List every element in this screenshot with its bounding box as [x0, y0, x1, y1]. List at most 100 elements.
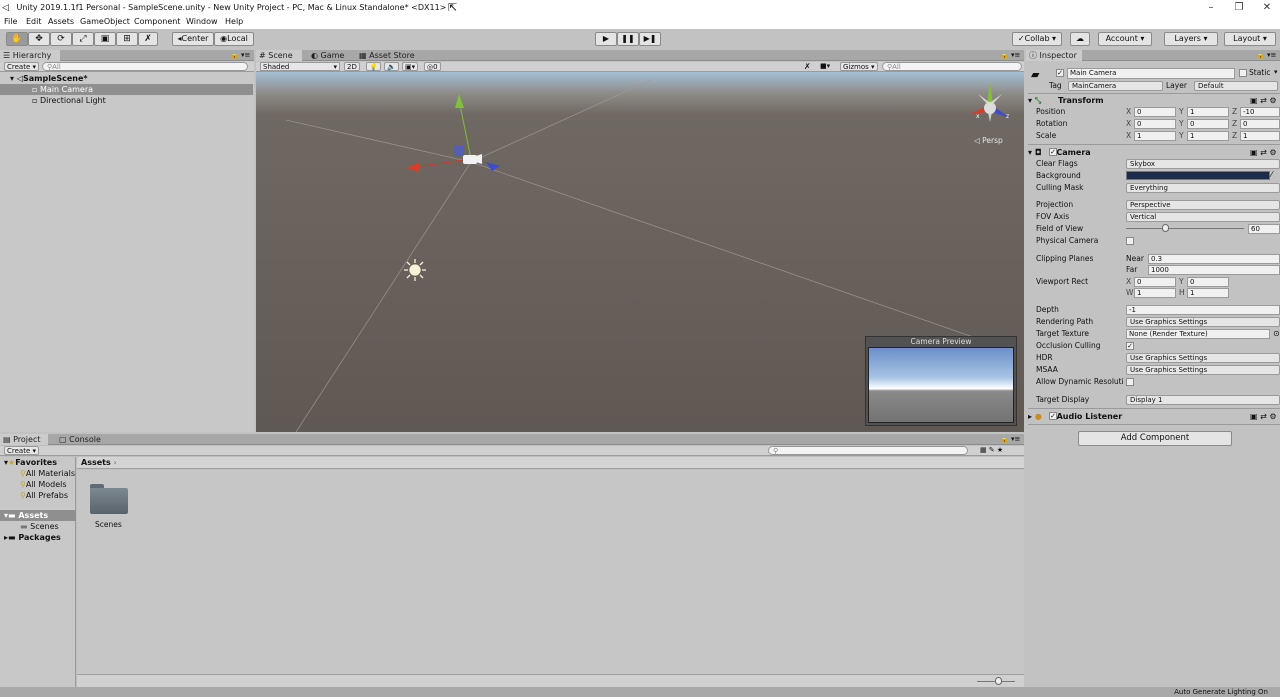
hand-tool-button[interactable]: ✋	[6, 32, 28, 46]
favorite-item[interactable]: ⚲All Models	[20, 479, 67, 490]
custom-tool-button[interactable]: ✗	[138, 32, 158, 46]
move-tool-button[interactable]: ✥	[28, 32, 50, 46]
project-create-button[interactable]: Create ▾	[4, 446, 39, 455]
hierarchy-item-directional-light[interactable]: ▫ Directional Light	[0, 95, 253, 106]
effects-dropdown[interactable]: ▣▾	[402, 62, 419, 71]
background-color-swatch[interactable]	[1126, 171, 1270, 180]
layer-dropdown[interactable]: Default	[1194, 81, 1278, 91]
assets-row[interactable]: ▾▬ Assets	[0, 510, 76, 521]
layout-dropdown[interactable]: Layout ▾	[1224, 32, 1276, 46]
tab-hierarchy[interactable]: ☰ Hierarchy	[0, 50, 60, 61]
close-button[interactable]: ✕	[1252, 0, 1280, 16]
tab-console[interactable]: ▢ Console	[56, 434, 106, 445]
component-settings-icon[interactable]: ▣ ⇄ ⚙	[1250, 411, 1277, 422]
tab-project[interactable]: ▤ Project	[0, 434, 48, 445]
collab-button[interactable]: ✓Collab ▾	[1012, 32, 1062, 46]
audio-toggle[interactable]: 🔈	[384, 62, 399, 71]
fov-axis-dropdown[interactable]: Vertical	[1126, 212, 1280, 222]
persp-label[interactable]: ◁ Persp	[974, 136, 1003, 145]
folder-row-scenes[interactable]: ▬ Scenes	[20, 521, 59, 532]
object-active-checkbox[interactable]: ✓	[1056, 69, 1064, 77]
packages-row[interactable]: ▸▬ Packages	[4, 532, 61, 543]
tab-inspector[interactable]: ⓘ Inspector	[1026, 50, 1082, 61]
viewport-y-field[interactable]: 0	[1187, 277, 1229, 287]
panel-menu-icon[interactable]: 🔒 ▾≡	[230, 50, 250, 61]
audio-listener-header[interactable]: ▸ ● ✓ Audio Listener ▣ ⇄ ⚙	[1028, 411, 1280, 422]
filter-icons[interactable]: ▦ ✎ ★	[980, 446, 1003, 455]
object-name-field[interactable]: Main Camera	[1067, 68, 1235, 79]
panel-menu-icon[interactable]: 🔒 ▾≡	[1256, 50, 1276, 61]
camera-icon[interactable]	[463, 155, 477, 164]
favorite-item[interactable]: ⚲All Materials	[20, 468, 75, 479]
rotation-y-field[interactable]: 0	[1187, 119, 1229, 129]
object-picker-icon[interactable]: ⊙	[1273, 328, 1280, 339]
menu-file[interactable]: File	[4, 16, 17, 28]
shading-mode-dropdown[interactable]: Shaded ▾	[260, 62, 340, 71]
scale-x-field[interactable]: 1	[1134, 131, 1176, 141]
favorites-row[interactable]: ▾★Favorites	[4, 457, 57, 468]
tab-asset-store[interactable]: ▦ Asset Store	[356, 50, 420, 61]
position-x-field[interactable]: 0	[1134, 107, 1176, 117]
pause-button[interactable]: ❚❚	[617, 32, 639, 46]
menu-assets[interactable]: Assets	[48, 16, 74, 28]
menu-window[interactable]: Window	[186, 16, 218, 28]
clear-flags-dropdown[interactable]: Skybox	[1126, 159, 1280, 169]
scene-search-input[interactable]: ⚲All	[882, 62, 1022, 71]
position-z-field[interactable]: -10	[1240, 107, 1280, 117]
gizmos-dropdown[interactable]: Gizmos ▾	[840, 62, 878, 71]
hierarchy-create-button[interactable]: Create ▾	[4, 62, 39, 71]
hdr-dropdown[interactable]: Use Graphics Settings	[1126, 353, 1280, 363]
near-field[interactable]: 0.3	[1148, 254, 1280, 264]
layers-dropdown[interactable]: Layers ▾	[1164, 32, 1218, 46]
menu-edit[interactable]: Edit	[26, 16, 42, 28]
minimize-button[interactable]: –	[1196, 0, 1226, 16]
hidden-objects-toggle[interactable]: ◎0	[424, 62, 441, 71]
hierarchy-search-input[interactable]: ⚲All	[42, 62, 248, 71]
rendering-path-dropdown[interactable]: Use Graphics Settings	[1126, 317, 1280, 327]
culling-mask-dropdown[interactable]: Everything	[1126, 183, 1280, 193]
camera-settings-icon[interactable]: ■▾	[820, 62, 830, 71]
static-checkbox[interactable]	[1239, 69, 1247, 77]
projection-dropdown[interactable]: Perspective	[1126, 200, 1280, 210]
component-settings-icon[interactable]: ▣ ⇄ ⚙	[1250, 147, 1277, 158]
component-settings-icon[interactable]: ▣ ⇄ ⚙	[1250, 95, 1277, 106]
eyedropper-icon[interactable]: ⁄	[1271, 170, 1272, 179]
panel-menu-icon[interactable]: 🔒 ▾≡	[1000, 50, 1020, 61]
rotation-x-field[interactable]: 0	[1134, 119, 1176, 129]
scale-z-field[interactable]: 1	[1240, 131, 1280, 141]
folder-item-scenes[interactable]	[90, 484, 128, 514]
audio-listener-enabled-checkbox[interactable]: ✓	[1049, 412, 1057, 420]
fov-slider-track[interactable]	[1126, 228, 1244, 229]
occlusion-culling-checkbox[interactable]: ✓	[1126, 342, 1134, 350]
zoom-slider-thumb[interactable]	[995, 677, 1002, 685]
step-button[interactable]: ▶❚	[639, 32, 661, 46]
camera-enabled-checkbox[interactable]: ✓	[1049, 148, 1057, 156]
viewport-h-field[interactable]: 1	[1187, 288, 1229, 298]
target-display-dropdown[interactable]: Display 1	[1126, 395, 1280, 405]
fov-field[interactable]: 60	[1248, 224, 1280, 234]
add-component-button[interactable]: Add Component	[1078, 431, 1232, 446]
rotate-tool-button[interactable]: ⟳	[50, 32, 72, 46]
menu-component[interactable]: Component	[134, 16, 180, 28]
depth-field[interactable]: -1	[1126, 305, 1280, 315]
msaa-dropdown[interactable]: Use Graphics Settings	[1126, 365, 1280, 375]
tag-dropdown[interactable]: MainCamera	[1068, 81, 1163, 91]
pivot-local-button[interactable]: ◉Local	[214, 32, 254, 46]
rect-tool-button[interactable]: ▣	[94, 32, 116, 46]
target-texture-field[interactable]: None (Render Texture)	[1126, 329, 1270, 339]
pivot-center-button[interactable]: ◂Center	[172, 32, 214, 46]
project-search-input[interactable]: ⚲	[768, 446, 968, 455]
far-field[interactable]: 1000	[1148, 265, 1280, 275]
position-y-field[interactable]: 1	[1187, 107, 1229, 117]
panel-menu-icon[interactable]: 🔒 ▾≡	[1000, 434, 1020, 445]
scene-root-row[interactable]: ▾ ◁SampleScene*	[0, 73, 253, 84]
camera-header[interactable]: ▾ ◘ ✓ Camera ▣ ⇄ ⚙	[1028, 147, 1280, 158]
viewport-x-field[interactable]: 0	[1134, 277, 1176, 287]
tools-icon[interactable]: ✗	[804, 62, 811, 71]
lighting-toggle[interactable]: 💡	[366, 62, 381, 71]
tab-game[interactable]: ◐ Game	[308, 50, 348, 61]
transform-header[interactable]: ▾ ⤡ Transform ▣ ⇄ ⚙	[1028, 95, 1280, 106]
fov-slider-thumb[interactable]	[1161, 224, 1169, 232]
scale-y-field[interactable]: 1	[1187, 131, 1229, 141]
account-dropdown[interactable]: Account ▾	[1098, 32, 1152, 46]
